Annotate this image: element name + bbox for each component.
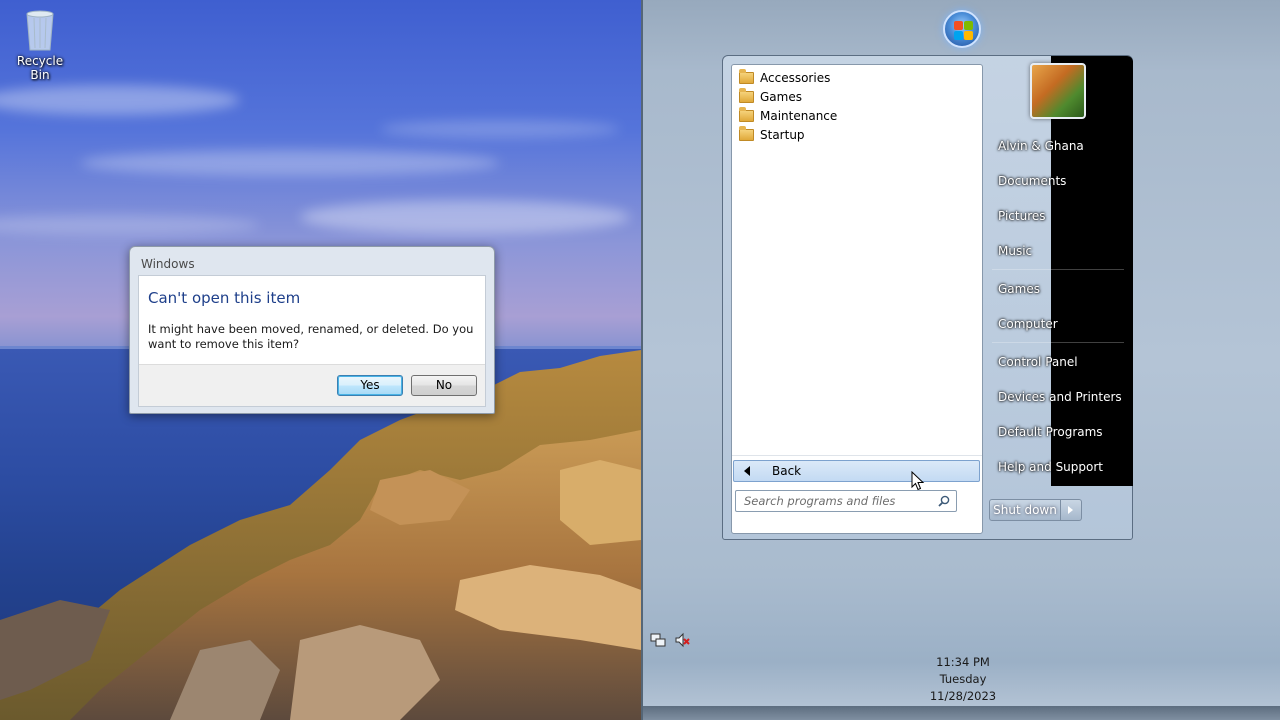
back-label: Back bbox=[772, 464, 802, 478]
logo-quadrant bbox=[954, 31, 963, 40]
link-user-folder[interactable]: Alvin & Ghana bbox=[990, 129, 1126, 164]
start-orb-icon[interactable] bbox=[943, 10, 981, 48]
program-label: Games bbox=[760, 90, 802, 104]
back-arrow-icon bbox=[744, 466, 750, 476]
link-control-panel[interactable]: Control Panel bbox=[990, 345, 1126, 380]
program-label: Startup bbox=[760, 128, 805, 142]
clock-time: 11:34 PM bbox=[936, 655, 990, 669]
no-button[interactable]: No bbox=[411, 375, 477, 396]
link-games[interactable]: Games bbox=[990, 272, 1126, 307]
programs-pane: Accessories Games Maintenance Startup Ba… bbox=[731, 64, 983, 534]
dialog-heading: Can't open this item bbox=[148, 289, 301, 307]
link-music[interactable]: Music bbox=[990, 234, 1126, 269]
divider bbox=[732, 455, 982, 456]
dialog-body: Can't open this item It might have been … bbox=[138, 275, 486, 407]
recycle-bin-icon bbox=[23, 8, 57, 52]
program-label: Accessories bbox=[760, 71, 831, 85]
folder-icon bbox=[739, 126, 754, 141]
recycle-bin-shortcut[interactable]: Recycle Bin bbox=[6, 8, 74, 82]
link-documents[interactable]: Documents bbox=[990, 164, 1126, 199]
folder-icon bbox=[739, 107, 754, 122]
search-input[interactable] bbox=[736, 491, 932, 511]
program-folder-maintenance[interactable]: Maintenance bbox=[736, 107, 976, 126]
program-folder-accessories[interactable]: Accessories bbox=[736, 69, 976, 88]
logo-quadrant bbox=[964, 31, 973, 40]
dialog-footer: Yes No bbox=[139, 364, 485, 406]
dialog-message: It might have been moved, renamed, or de… bbox=[148, 322, 474, 351]
program-folder-games[interactable]: Games bbox=[736, 88, 976, 107]
error-dialog: Windows Can't open this item It might ha… bbox=[129, 246, 495, 414]
program-label: Maintenance bbox=[760, 109, 838, 123]
back-button[interactable]: Back bbox=[733, 460, 980, 482]
folder-icon bbox=[739, 88, 754, 103]
logo-quadrant bbox=[964, 21, 973, 30]
logo-quadrant bbox=[954, 21, 963, 30]
link-help-support[interactable]: Help and Support bbox=[990, 450, 1126, 485]
clock-day: Tuesday bbox=[939, 672, 987, 686]
search-icon[interactable] bbox=[938, 495, 950, 507]
link-default-programs[interactable]: Default Programs bbox=[990, 415, 1126, 450]
right-pane-links: Alvin & Ghana Documents Pictures Music G… bbox=[990, 129, 1126, 485]
taskbar-clock[interactable]: 11:34 PM Tuesday 11/28/2023 bbox=[913, 654, 1013, 705]
start-menu: Accessories Games Maintenance Startup Ba… bbox=[722, 55, 1133, 540]
programs-list: Accessories Games Maintenance Startup bbox=[736, 69, 976, 145]
link-pictures[interactable]: Pictures bbox=[990, 199, 1126, 234]
clock-date: 11/28/2023 bbox=[929, 689, 997, 703]
start-menu-screen: Accessories Games Maintenance Startup Ba… bbox=[641, 0, 1280, 720]
search-box bbox=[735, 490, 957, 512]
recycle-bin-label: Recycle Bin bbox=[16, 54, 64, 82]
link-computer[interactable]: Computer bbox=[990, 307, 1126, 342]
mouse-cursor-icon bbox=[911, 471, 925, 491]
folder-icon bbox=[739, 69, 754, 84]
dialog-title: Windows bbox=[141, 257, 195, 271]
network-icon[interactable] bbox=[650, 632, 666, 648]
shutdown-button[interactable]: Shut down bbox=[989, 499, 1061, 521]
yes-button[interactable]: Yes bbox=[337, 375, 403, 396]
program-folder-startup[interactable]: Startup bbox=[736, 126, 976, 145]
taskbar-edge bbox=[643, 706, 1280, 720]
user-picture[interactable] bbox=[1030, 63, 1086, 119]
desktop: Recycle Bin Windows Can't open this item… bbox=[0, 0, 641, 720]
link-devices-printers[interactable]: Devices and Printers bbox=[990, 380, 1126, 415]
volume-muted-icon[interactable] bbox=[674, 632, 690, 648]
shutdown-options-arrow-icon[interactable] bbox=[1061, 499, 1082, 521]
